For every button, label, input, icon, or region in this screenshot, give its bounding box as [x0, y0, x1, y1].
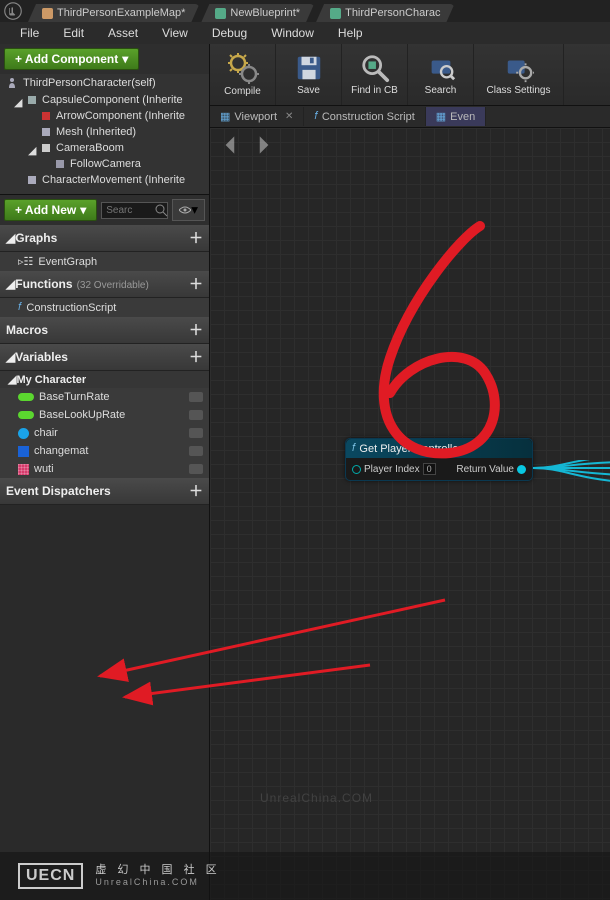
variable-baseturnrate[interactable]: BaseTurnRate — [0, 388, 209, 406]
title-tabs: ThirdPersonExampleMap* NewBlueprint* Thi… — [0, 0, 610, 22]
pawn-icon — [6, 77, 18, 89]
tab-construction-script[interactable]: 𝑓Construction Script — [304, 107, 425, 126]
variable-changemat[interactable]: changemat — [0, 442, 209, 460]
menu-debug[interactable]: Debug — [200, 23, 259, 43]
app-tab-map[interactable]: ThirdPersonExampleMap* — [28, 4, 199, 22]
toolbar-find-in-cb[interactable]: Find in CB — [342, 44, 408, 105]
menu-view[interactable]: View — [150, 23, 200, 43]
pin-return-value[interactable]: Return Value — [456, 464, 526, 475]
add-function-button[interactable]: ＋ — [189, 274, 203, 294]
event-graph-canvas[interactable]: 𝑓Get Player Controller Player Index0 Ret… — [210, 128, 610, 900]
section-event-dispatchers[interactable]: Event Dispatchers＋ — [0, 478, 209, 505]
graph-watermark-text: UnrealChina.COM — [260, 791, 373, 805]
visibility-toggle-icon[interactable] — [189, 428, 203, 438]
self-root-row[interactable]: ThirdPersonCharacter(self) — [0, 74, 209, 92]
tab-viewport[interactable]: ▦Viewport✕ — [210, 107, 304, 126]
section-graphs[interactable]: ◢Graphs＋ — [0, 225, 209, 252]
node-wires — [533, 460, 610, 500]
add-graph-button[interactable]: ＋ — [189, 228, 203, 248]
graph-tabs: ▦Viewport✕𝑓Construction Script▦Even — [210, 106, 610, 128]
ue-logo-icon — [4, 2, 22, 20]
nav-forward-button[interactable] — [250, 132, 276, 158]
item-eventgraph[interactable]: ▹☷EventGraph — [0, 252, 209, 271]
components-panel: + Add Component ▾ ThirdPersonCharacter(s… — [0, 44, 210, 900]
add-component-button[interactable]: + Add Component ▾ — [4, 48, 139, 70]
app-tab-newbp[interactable]: NewBlueprint* — [201, 4, 314, 22]
visibility-toggle-icon[interactable] — [189, 446, 203, 456]
toolbar: CompileSaveFind in CBSearchClass Setting… — [210, 44, 610, 106]
variable-category-mycharacter[interactable]: ◢My Character — [0, 371, 209, 388]
variable-chair[interactable]: chair — [0, 424, 209, 442]
section-functions[interactable]: ◢Functions(32 Overridable)＋ — [0, 271, 209, 298]
component-charactermovement[interactable]: CharacterMovement (Inherite — [0, 172, 209, 188]
menu-window[interactable]: Window — [259, 23, 326, 43]
component-followcamera[interactable]: FollowCamera — [0, 156, 209, 172]
add-dispatcher-button[interactable]: ＋ — [189, 481, 203, 501]
node-get-player-controller[interactable]: 𝑓Get Player Controller Player Index0 Ret… — [345, 438, 533, 481]
my-blueprint-panel: + Add New ▾ ▾ ◢Graphs＋ ▹☷EventGraph ◢Fun… — [0, 194, 209, 900]
visibility-toggle-icon[interactable] — [189, 464, 203, 474]
component-capsulecomponent[interactable]: ◢CapsuleComponent (Inherite — [0, 92, 209, 108]
section-variables[interactable]: ◢Variables＋ — [0, 344, 209, 371]
node-title: 𝑓Get Player Controller — [346, 439, 532, 458]
toolbar-save[interactable]: Save — [276, 44, 342, 105]
add-variable-button[interactable]: ＋ — [189, 347, 203, 367]
component-arrowcomponent[interactable]: ArrowComponent (Inherite — [0, 108, 209, 124]
component-mesh[interactable]: Mesh (Inherited) — [0, 124, 209, 140]
search-icon — [154, 203, 168, 217]
close-tab-icon[interactable]: ✕ — [285, 111, 293, 122]
menu-bar: File Edit Asset View Debug Window Help — [0, 22, 610, 44]
pin-player-index[interactable]: Player Index0 — [352, 463, 436, 475]
app-tab-char[interactable]: ThirdPersonCharac — [316, 4, 454, 22]
menu-file[interactable]: File — [8, 23, 51, 43]
tab-even[interactable]: ▦Even — [426, 107, 486, 126]
toolbar-compile[interactable]: Compile — [210, 44, 276, 105]
variable-wuti[interactable]: wuti — [0, 460, 209, 478]
annotation-six — [290, 208, 550, 468]
view-options-button[interactable]: ▾ — [172, 199, 205, 221]
variable-baselookuprate[interactable]: BaseLookUpRate — [0, 406, 209, 424]
menu-help[interactable]: Help — [326, 23, 375, 43]
add-new-button[interactable]: + Add New ▾ — [4, 199, 97, 221]
item-constructionscript[interactable]: 𝑓ConstructionScript — [0, 298, 209, 317]
editor-main: CompileSaveFind in CBSearchClass Setting… — [210, 44, 610, 900]
toolbar-class-settings[interactable]: Class Settings — [474, 44, 564, 105]
visibility-toggle-icon[interactable] — [189, 392, 203, 402]
add-macro-button[interactable]: ＋ — [189, 320, 203, 340]
visibility-toggle-icon[interactable] — [189, 410, 203, 420]
toolbar-search[interactable]: Search — [408, 44, 474, 105]
section-macros[interactable]: Macros＋ — [0, 317, 209, 344]
nav-back-button[interactable] — [218, 132, 244, 158]
menu-asset[interactable]: Asset — [96, 23, 150, 43]
menu-edit[interactable]: Edit — [51, 23, 96, 43]
component-cameraboom[interactable]: ◢CameraBoom — [0, 140, 209, 156]
component-tree: ◢CapsuleComponent (InheriteArrowComponen… — [0, 92, 209, 194]
